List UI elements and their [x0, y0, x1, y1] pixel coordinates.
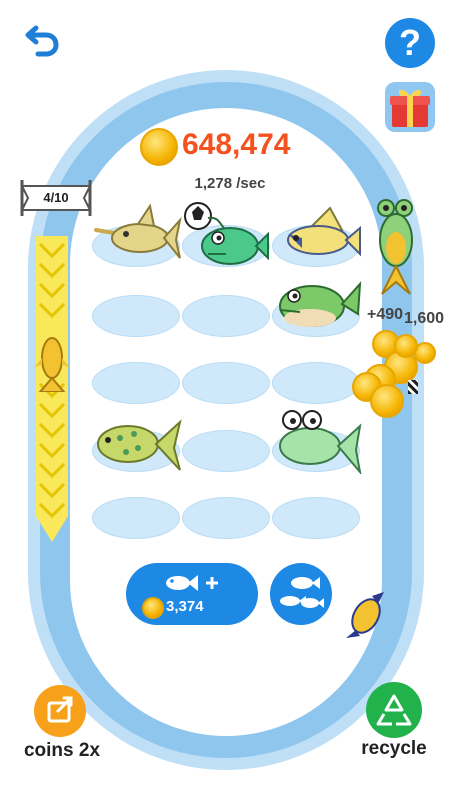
slot[interactable] — [92, 497, 180, 539]
progress-marker-fish — [34, 328, 70, 393]
fish-green-frogfish[interactable] — [270, 402, 362, 476]
coin-burst-icon — [370, 384, 404, 418]
recycle-label: recycle — [361, 738, 427, 759]
reward-float-text-2: 1,600 — [404, 310, 445, 327]
coins-2x-button[interactable] — [34, 685, 86, 737]
back-arrow-icon — [25, 25, 59, 57]
fish-spotted-lionfish[interactable] — [90, 404, 182, 474]
yellow-fish-icon — [346, 592, 384, 638]
coin-burst-icon — [394, 334, 418, 358]
coin-total-display: 648,474 — [140, 126, 340, 166]
slot[interactable] — [92, 295, 180, 337]
slot[interactable] — [272, 497, 360, 539]
recycle-button[interactable] — [366, 682, 422, 738]
fish-school-icon — [280, 577, 324, 608]
anglerfish-icon — [184, 202, 269, 265]
fish-angler-soccer[interactable] — [180, 200, 270, 270]
coin-icon — [140, 128, 178, 166]
swordfish-icon — [94, 203, 182, 259]
fish-collection-button[interactable] — [270, 563, 332, 625]
fish-bass[interactable] — [270, 270, 362, 336]
slot[interactable] — [92, 362, 180, 404]
gift-icon — [390, 89, 430, 127]
level-progress-label: 4/10 — [43, 190, 69, 205]
slot[interactable] — [272, 362, 360, 404]
recycle-icon — [376, 694, 412, 726]
help-button[interactable]: ? — [385, 18, 435, 68]
frogfish-icon — [279, 410, 362, 476]
spotted-fish-icon — [97, 419, 182, 471]
gift-button[interactable] — [385, 82, 435, 132]
slot[interactable] — [182, 295, 270, 337]
track-fish-frog — [372, 196, 420, 296]
coin-total: 648,474 — [182, 128, 291, 161]
slot[interactable] — [182, 497, 270, 539]
back-button[interactable] — [22, 22, 62, 58]
coins-2x-label: coins 2x — [23, 740, 101, 761]
question-icon: ? — [399, 22, 421, 63]
fish-swordfish[interactable] — [92, 200, 182, 266]
checkered-marker — [408, 380, 418, 394]
coin-icon — [142, 597, 164, 619]
buy-fish-price: 3,374 — [166, 598, 204, 615]
buy-fish-button[interactable]: 3,374 — [126, 563, 258, 625]
add-fish-icon — [166, 575, 218, 591]
reward-float-text: +490 — [367, 306, 404, 323]
track-fish-yellow — [342, 590, 388, 640]
bass-fish-icon — [279, 281, 362, 327]
goldfish-icon — [34, 337, 70, 393]
slot[interactable] — [182, 362, 270, 404]
slot[interactable] — [182, 430, 270, 472]
frogfish-swimming-icon — [377, 199, 413, 295]
coin-rate: 1,278 /sec — [194, 175, 266, 192]
angelfish-icon — [287, 206, 361, 257]
share-icon — [47, 696, 73, 723]
fish-angelfish[interactable] — [272, 200, 362, 266]
level-banner: 4/10 — [14, 178, 98, 218]
